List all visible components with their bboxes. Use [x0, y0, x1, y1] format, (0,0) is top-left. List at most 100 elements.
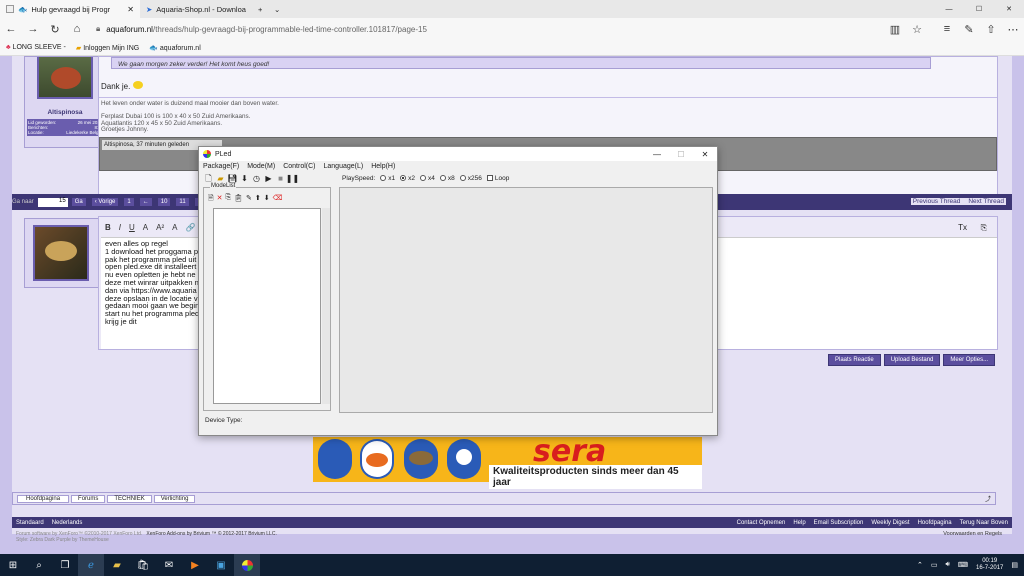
- speed-x2[interactable]: x2: [400, 175, 415, 182]
- menu-mode[interactable]: Mode(M): [247, 163, 275, 170]
- close-tab-icon[interactable]: ✕: [127, 5, 134, 14]
- loop-checkbox[interactable]: Loop: [486, 175, 509, 182]
- maximize-button[interactable]: ☐: [964, 5, 994, 13]
- page-link[interactable]: 11: [176, 198, 189, 206]
- upload-file-button[interactable]: Upload Bestand: [883, 354, 941, 366]
- menu-language[interactable]: Language(L): [324, 163, 364, 170]
- forward-icon[interactable]: →: [22, 18, 44, 40]
- style-chooser-link[interactable]: Standaard: [16, 520, 44, 526]
- close-button[interactable]: ✕: [693, 150, 717, 159]
- mode-list[interactable]: [213, 208, 321, 404]
- breadcrumb-techniek[interactable]: TECHNIEK: [107, 494, 152, 503]
- pled-canvas[interactable]: [339, 187, 713, 413]
- font-family-button[interactable]: A: [172, 223, 177, 232]
- file-explorer-icon[interactable]: ▰: [104, 554, 130, 576]
- favorite-star-icon[interactable]: ☆: [906, 18, 928, 40]
- tab-dropdown-button[interactable]: ⌄: [268, 0, 284, 18]
- speed-x4[interactable]: x4: [420, 175, 435, 182]
- speed-x256[interactable]: x256: [459, 175, 482, 182]
- more-icon[interactable]: ⋯: [1002, 18, 1024, 40]
- footer-link[interactable]: Contact Opnemen: [737, 520, 786, 526]
- fav-item[interactable]: 🐟 aquaforum.nl: [149, 44, 201, 52]
- minimize-button[interactable]: —: [645, 150, 669, 159]
- paste-mode-icon[interactable]: 📋︎: [234, 194, 243, 205]
- maximize-button[interactable]: ☐: [669, 150, 693, 159]
- home-icon[interactable]: ⌂: [66, 18, 88, 40]
- close-window-button[interactable]: ✕: [994, 5, 1024, 13]
- tab-aquaforum[interactable]: 🐟 Hulp gevraagd bij Progr ✕: [0, 0, 140, 18]
- reading-view-icon[interactable]: ▥: [884, 18, 906, 40]
- link-icon[interactable]: 🔗: [185, 223, 195, 232]
- open-folder-icon[interactable]: ▰: [216, 174, 225, 183]
- network-icon[interactable]: ▭: [931, 561, 938, 569]
- page-input[interactable]: 15: [37, 197, 68, 207]
- font-color-button[interactable]: A: [143, 223, 148, 232]
- bold-button[interactable]: B: [105, 223, 111, 232]
- speed-x8[interactable]: x8: [439, 175, 455, 182]
- move-down-icon[interactable]: ⬇: [264, 194, 270, 205]
- download-icon[interactable]: ⬇: [240, 174, 249, 183]
- clear-icon[interactable]: ⌫: [273, 194, 283, 205]
- language-chooser-link[interactable]: Nederlands: [52, 520, 83, 526]
- address-bar[interactable]: 🔒︎ aquaforum.nl/threads/hulp-gevraagd-bi…: [96, 18, 884, 40]
- go-button[interactable]: Ga: [71, 198, 86, 206]
- task-view-icon[interactable]: ❐: [52, 554, 78, 576]
- sera-advertisement[interactable]: sera Kwaliteitsproducten sinds meer dan …: [313, 437, 702, 489]
- hub-icon[interactable]: ≡: [936, 18, 958, 40]
- new-tab-button[interactable]: +: [252, 0, 268, 18]
- footer-link[interactable]: Weekly Digest: [871, 520, 909, 526]
- username[interactable]: Altispinosa: [29, 109, 101, 116]
- share-icon[interactable]: ⇧: [980, 18, 1002, 40]
- photos-icon[interactable]: ▣: [208, 554, 234, 576]
- more-options-button[interactable]: Meer Opties...: [943, 354, 996, 366]
- avatar[interactable]: [33, 225, 89, 281]
- clock-icon[interactable]: ◷: [252, 174, 261, 183]
- remove-format-icon[interactable]: Tx: [958, 223, 967, 232]
- terms-link[interactable]: Voorwaarden en Regels: [943, 531, 1002, 537]
- post-reply-button[interactable]: Plaats Reactie: [828, 354, 881, 366]
- breadcrumb-home[interactable]: Hoofdpagina: [17, 494, 70, 503]
- add-mode-icon[interactable]: 🗎: [208, 194, 214, 205]
- scrollbar[interactable]: [322, 208, 330, 404]
- chevron-up-icon[interactable]: ⌃: [917, 561, 923, 569]
- store-icon[interactable]: 🛍︎: [130, 554, 156, 576]
- clock[interactable]: 00:19 16-7-2017: [976, 558, 1003, 572]
- edge-icon[interactable]: ℯ: [78, 554, 104, 576]
- media-player-icon[interactable]: ▶: [182, 554, 208, 576]
- menu-package[interactable]: Package(F): [203, 163, 239, 170]
- copy-mode-icon[interactable]: ⎘: [226, 194, 232, 205]
- italic-button[interactable]: I: [119, 223, 121, 232]
- menu-control[interactable]: Control(C): [283, 163, 315, 170]
- search-icon[interactable]: ⌕: [26, 554, 52, 576]
- rss-icon[interactable]: ⤴: [985, 494, 991, 503]
- speed-x1[interactable]: x1: [380, 175, 395, 182]
- notes-icon[interactable]: ✎: [958, 18, 980, 40]
- language-icon[interactable]: ⌨: [958, 561, 968, 569]
- pled-taskbar-icon[interactable]: [234, 554, 260, 576]
- menu-help[interactable]: Help(H): [371, 163, 395, 170]
- pause-icon[interactable]: ❚❚: [286, 174, 299, 183]
- volume-icon[interactable]: 🔊︎: [945, 561, 949, 569]
- edit-mode-icon[interactable]: ✎: [246, 194, 252, 205]
- save-icon[interactable]: 💾︎: [227, 174, 237, 183]
- previous-thread-link[interactable]: Previous Thread: [913, 198, 961, 205]
- minimize-button[interactable]: —: [934, 6, 964, 13]
- move-up-icon[interactable]: ⬆: [255, 194, 261, 205]
- notification-icon[interactable]: ▤: [1011, 561, 1018, 569]
- font-size-button[interactable]: A²: [156, 223, 164, 232]
- play-icon[interactable]: ▶: [264, 174, 273, 183]
- footer-link[interactable]: Email Subscription: [814, 520, 864, 526]
- next-thread-link[interactable]: Next Thread: [968, 198, 1004, 205]
- footer-link[interactable]: Help: [793, 520, 805, 526]
- avatar[interactable]: [37, 57, 93, 99]
- bbcode-toggle-icon[interactable]: ⎘: [981, 223, 987, 233]
- prev-page-button[interactable]: ‹ Vorige: [91, 198, 119, 206]
- back-icon[interactable]: ←: [0, 18, 22, 40]
- fav-item[interactable]: ♣ LONG SLEEVE -: [6, 44, 66, 51]
- underline-button[interactable]: U: [129, 223, 135, 232]
- fav-item[interactable]: ▰ Inloggen Mijn ING: [76, 44, 139, 52]
- breadcrumb-verlichting[interactable]: Verlichting: [153, 494, 196, 503]
- footer-link[interactable]: Hoofdpagina: [918, 520, 952, 526]
- refresh-icon[interactable]: ↻: [44, 18, 66, 40]
- footer-link[interactable]: Terug Naar Boven: [960, 520, 1008, 526]
